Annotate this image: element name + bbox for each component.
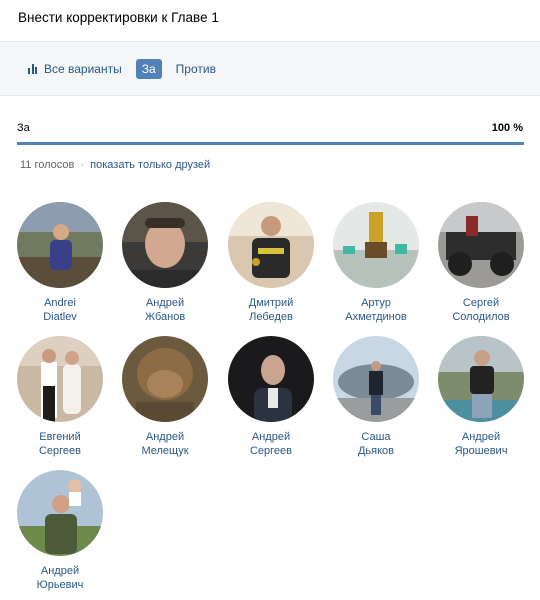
tab-all-options-label: Все варианты — [44, 61, 122, 76]
voter-card[interactable]: Андрей Мелещук — [115, 336, 215, 458]
avatar[interactable] — [122, 336, 208, 422]
voter-name: Саша Дьяков — [357, 431, 395, 457]
avatar[interactable] — [17, 470, 103, 556]
vote-meta: 11 голосов · показать только друзей — [0, 145, 540, 171]
avatar[interactable] — [438, 202, 524, 288]
voter-name: Андрей Сергеев — [249, 431, 293, 457]
voter-card[interactable]: Андрей Жбанов — [115, 202, 215, 324]
voter-name: Дмитрий Лебедев — [248, 297, 294, 323]
option-result: За 100 % — [0, 96, 540, 145]
option-percent: 100 % — [491, 122, 523, 134]
voter-card[interactable]: Саша Дьяков — [326, 336, 426, 458]
vote-filter-tabs: Все варианты За Против — [0, 42, 540, 96]
avatar[interactable] — [228, 202, 314, 288]
voter-card[interactable]: Андрей Юрьевич — [10, 470, 110, 592]
voter-name: Евгений Сергеев — [38, 431, 82, 457]
avatar[interactable] — [438, 336, 524, 422]
avatar[interactable] — [333, 336, 419, 422]
avatar[interactable] — [122, 202, 208, 288]
voter-card[interactable]: Евгений Сергеев — [10, 336, 110, 458]
bar-chart-icon — [28, 63, 38, 74]
avatar[interactable] — [17, 202, 103, 288]
tab-against[interactable]: Против — [176, 59, 216, 79]
voter-card[interactable]: Артур Ахметдинов — [326, 202, 426, 324]
voter-name: Андрей Ярошевич — [454, 431, 508, 457]
tab-against-label: Против — [175, 61, 216, 76]
option-label: За — [17, 122, 30, 134]
voter-card[interactable]: Andrei Diatlev — [10, 202, 110, 324]
voter-name: Сергей Солодилов — [452, 297, 510, 323]
voter-card[interactable]: Сергей Солодилов — [431, 202, 531, 324]
voter-name: Андрей Юрьевич — [36, 565, 84, 591]
avatar[interactable] — [333, 202, 419, 288]
poll-header: Внести корректировки к Главе 1 — [0, 0, 540, 42]
vote-count: 11 голосов — [20, 159, 75, 171]
voter-name: Andrei Diatlev — [43, 297, 77, 323]
voter-name: Андрей Мелещук — [141, 431, 189, 457]
tab-for-label: За — [141, 61, 156, 76]
page-title: Внести корректировки к Главе 1 — [18, 10, 219, 25]
voter-card[interactable]: Андрей Ярошевич — [431, 336, 531, 458]
voter-name: Артур Ахметдинов — [345, 297, 407, 323]
voter-card[interactable]: Дмитрий Лебедев — [221, 202, 321, 324]
meta-separator: · — [80, 159, 85, 171]
show-friends-link[interactable]: показать только друзей — [90, 159, 210, 171]
tab-all-options[interactable]: Все варианты — [28, 59, 122, 79]
avatar[interactable] — [228, 336, 314, 422]
voter-name: Андрей Жбанов — [144, 297, 186, 323]
voter-card[interactable]: Андрей Сергеев — [221, 336, 321, 458]
tab-for[interactable]: За — [135, 58, 162, 79]
avatar[interactable] — [17, 336, 103, 422]
